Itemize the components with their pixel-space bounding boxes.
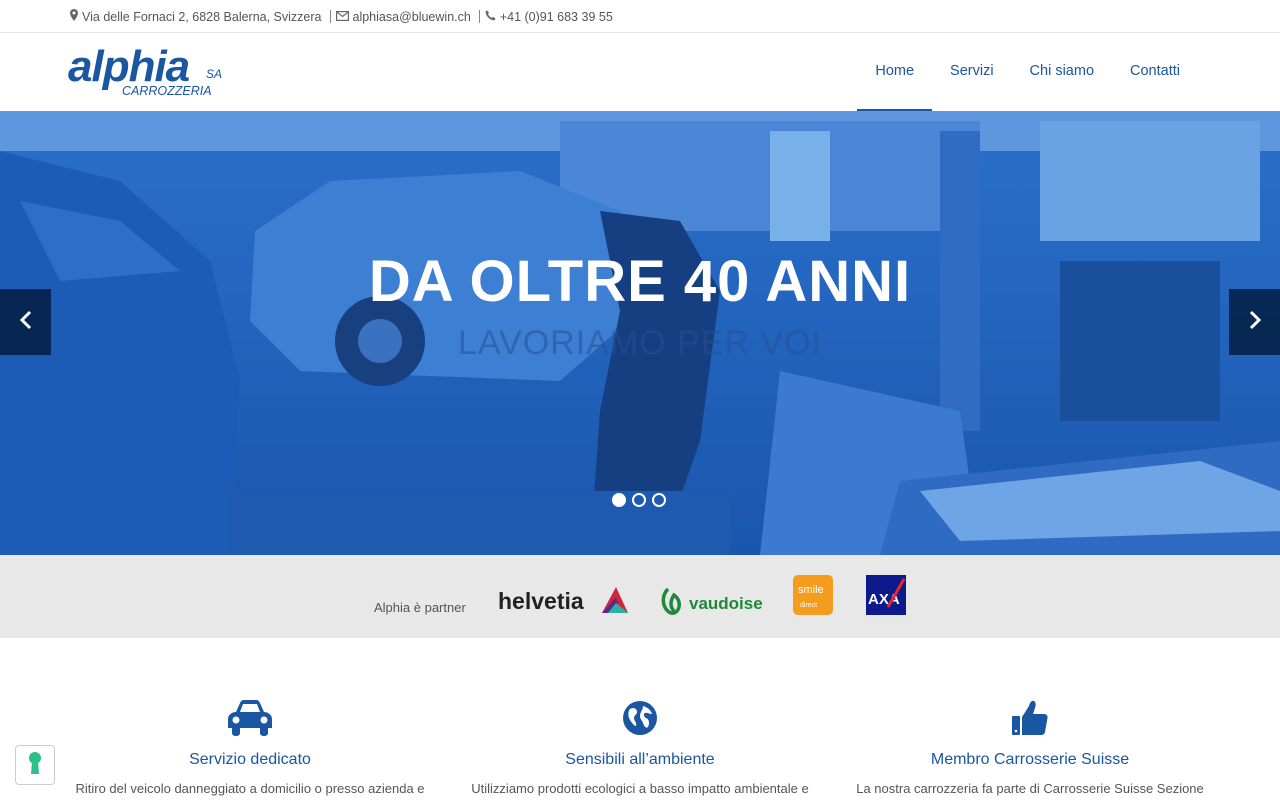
- feature-sensibili-ambiente: Sensibili all’ambiente Utilizziamo prodo…: [440, 698, 840, 796]
- partners-strip: Alphia è partner helvetia vaudoise smile…: [0, 555, 1280, 638]
- svg-text:helvetia: helvetia: [498, 588, 584, 614]
- svg-text:SA: SA: [206, 67, 222, 81]
- helvetia-logo[interactable]: helvetia: [498, 585, 630, 622]
- slider-dot-1[interactable]: [612, 493, 626, 507]
- hero-title: DA OLTRE 40 ANNI: [368, 249, 912, 314]
- accessibility-badge[interactable]: [15, 745, 55, 785]
- envelope-icon: [335, 10, 349, 24]
- partners-label: Alphia è partner: [374, 600, 466, 615]
- address-item: Via delle Fornaci 2, 6828 Balerna, Svizz…: [70, 9, 322, 24]
- phone-link[interactable]: +41 (0)91 683 39 55: [500, 10, 613, 24]
- alphia-logo[interactable]: alphia SA CARROZZERIA: [68, 42, 228, 101]
- nav-servizi[interactable]: Servizi: [932, 33, 1012, 111]
- hero-slider: DA OLTRE 40 ANNI LAVORIAMO PER VOI: [0, 111, 1280, 555]
- top-info-bar: Via delle Fornaci 2, 6828 Balerna, Svizz…: [0, 0, 1280, 33]
- slider-prev-button[interactable]: [0, 289, 51, 355]
- smile-direct-logo[interactable]: smile direct: [793, 575, 833, 620]
- keyhole-icon: [28, 751, 42, 780]
- slider-dot-3[interactable]: [652, 493, 666, 507]
- feature-title: Membro Carrosserie Suisse: [930, 751, 1130, 768]
- main-nav: Home Servizi Chi siamo Contatti: [857, 33, 1198, 111]
- hero-subtitle: LAVORIAMO PER VOI: [457, 324, 822, 362]
- feature-membro-carrosserie: Membro Carrosserie Suisse La nostra carr…: [830, 698, 1230, 796]
- thumbs-up-icon: [830, 698, 1230, 738]
- nav-contatti[interactable]: Contatti: [1112, 33, 1198, 111]
- vaudoise-logo[interactable]: vaudoise: [660, 585, 763, 622]
- email-item[interactable]: alphiasa@bluewin.ch: [335, 10, 471, 24]
- phone-item[interactable]: +41 (0)91 683 39 55: [485, 10, 613, 24]
- car-icon: [50, 698, 450, 738]
- address-text: Via delle Fornaci 2, 6828 Balerna, Svizz…: [82, 9, 322, 24]
- slider-dot-2[interactable]: [632, 493, 646, 507]
- nav-chi-siamo[interactable]: Chi siamo: [1012, 33, 1112, 111]
- chevron-left-icon: [19, 310, 33, 335]
- site-header: alphia SA CARROZZERIA Home Servizi Chi s…: [0, 33, 1280, 111]
- feature-text: La nostra carrozzeria fa parte di Carros…: [856, 781, 1204, 796]
- svg-text:direct: direct: [800, 602, 817, 609]
- contact-info: Via delle Fornaci 2, 6828 Balerna, Svizz…: [70, 9, 613, 24]
- slider-next-button[interactable]: [1229, 289, 1280, 355]
- phone-icon: [485, 10, 496, 24]
- svg-text:vaudoise: vaudoise: [689, 594, 762, 613]
- globe-icon: [440, 698, 840, 738]
- svg-text:smile: smile: [798, 584, 824, 596]
- feature-servizio-dedicato: Servizio dedicato Ritiro del veicolo dan…: [50, 698, 450, 796]
- feature-text: Utilizziamo prodotti ecologici a basso i…: [471, 781, 809, 796]
- slider-indicators: [612, 493, 666, 507]
- svg-text:CARROZZERIA: CARROZZERIA: [122, 84, 212, 98]
- email-link[interactable]: alphiasa@bluewin.ch: [353, 10, 471, 24]
- chevron-right-icon: [1248, 310, 1262, 335]
- divider: [478, 10, 480, 23]
- axa-logo[interactable]: AXA: [866, 575, 906, 620]
- feature-title: Servizio dedicato: [189, 751, 311, 768]
- nav-home[interactable]: Home: [857, 33, 932, 111]
- map-marker-icon: [70, 9, 78, 24]
- feature-title: Sensibili all’ambiente: [565, 751, 715, 768]
- divider: [329, 10, 331, 23]
- feature-text: Ritiro del veicolo danneggiato a domicil…: [75, 781, 425, 796]
